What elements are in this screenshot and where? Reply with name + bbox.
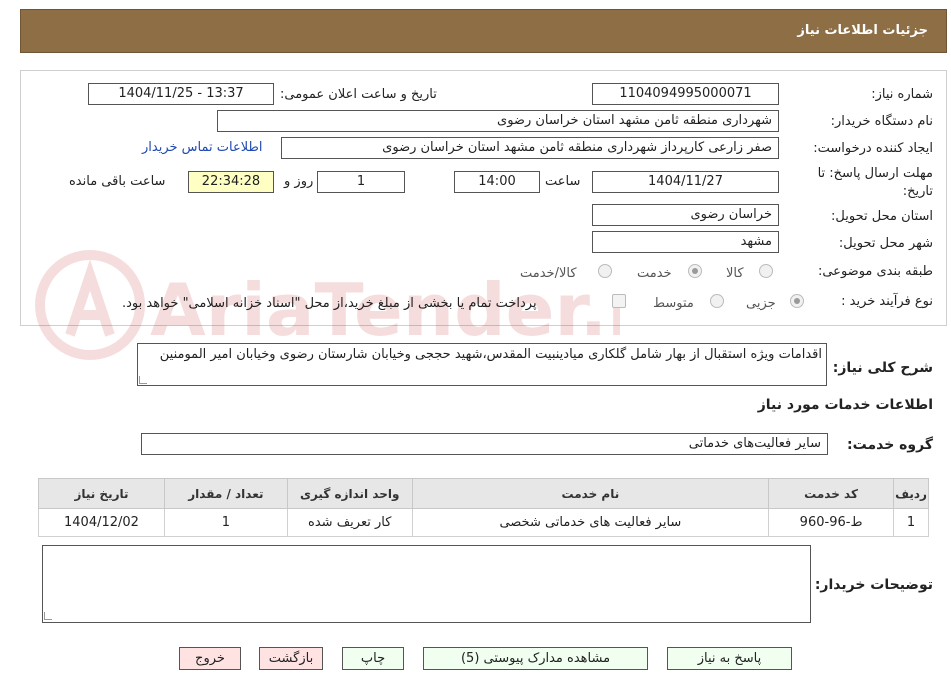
- requester-label: ایجاد کننده درخواست:: [813, 141, 933, 156]
- deadline-label-date: تاریخ:: [902, 184, 933, 199]
- cell-row: 1: [893, 508, 929, 537]
- process-minor-label: جزیی: [746, 296, 776, 311]
- province-field: خراسان رضوی: [592, 204, 779, 226]
- cell-name: سایر فعالیت های خدماتی شخصی: [411, 508, 770, 537]
- city-field: مشهد: [592, 231, 779, 253]
- info-panel: [20, 70, 947, 326]
- need-number-label: شماره نیاز:: [871, 87, 933, 102]
- description-text: اقدامات ویژه استقبال از بهار شامل گلکاری…: [159, 347, 822, 362]
- cell-date: 1404/12/02: [38, 508, 165, 537]
- announce-field: 1404/11/25 - 13:37: [88, 83, 274, 105]
- col-header-quantity: تعداد / مقدار: [163, 478, 288, 509]
- resize-grip-icon[interactable]: [139, 376, 147, 384]
- days-field: 1: [317, 171, 405, 193]
- city-label: شهر محل تحویل:: [838, 236, 933, 251]
- service-group-field: سایر فعالیت‌های خدماتی: [141, 433, 828, 455]
- category-radio-goods[interactable]: [759, 264, 773, 278]
- description-label: شرح کلی نیاز:: [832, 360, 933, 376]
- reply-button[interactable]: پاسخ به نیاز: [667, 647, 792, 670]
- category-goods-label: کالا: [726, 266, 744, 281]
- col-header-unit: واحد اندازه گیری: [286, 478, 413, 509]
- cell-code: ط-96-960: [768, 508, 895, 537]
- buyer-contact-link[interactable]: اطلاعات تماس خریدار: [142, 140, 262, 155]
- col-header-name: نام خدمت: [411, 478, 770, 509]
- process-radio-medium[interactable]: [710, 294, 724, 308]
- category-service-label: خدمت: [637, 266, 672, 281]
- back-button[interactable]: بازگشت: [259, 647, 323, 670]
- col-header-row: ردیف: [893, 478, 929, 509]
- days-label: روز و: [284, 174, 314, 189]
- category-radio-goods-service[interactable]: [598, 264, 612, 278]
- payment-note: پرداخت تمام یا بخشی از مبلغ خرید،از محل …: [122, 296, 537, 311]
- category-radio-service[interactable]: [688, 264, 702, 278]
- buyer-notes-textarea: [42, 545, 811, 623]
- services-table: ردیف کد خدمت نام خدمت واحد اندازه گیری ت…: [38, 478, 929, 537]
- treasury-checkbox[interactable]: [612, 294, 626, 308]
- category-goods-service-label: کالا/خدمت: [520, 266, 577, 281]
- attachments-button[interactable]: مشاهده مدارک پیوستی (5): [423, 647, 648, 670]
- buyer-notes-label: توضیحات خریدار:: [814, 577, 933, 593]
- deadline-label: مهلت ارسال پاسخ: تا: [817, 166, 933, 181]
- page-title: جزئیات اطلاعات نیاز: [797, 23, 928, 38]
- province-label: استان محل تحویل:: [831, 209, 933, 224]
- service-group-label: گروه خدمت:: [847, 437, 933, 453]
- need-number-field: 1104094995000071: [592, 83, 779, 105]
- resize-grip-icon[interactable]: [44, 612, 52, 620]
- cell-quantity: 1: [163, 508, 288, 537]
- category-label: طبقه بندی موضوعی:: [817, 264, 933, 279]
- deadline-date-field: 1404/11/27: [592, 171, 779, 193]
- services-section-title: اطلاعات خدمات مورد نیاز: [757, 397, 933, 413]
- process-label: نوع فرآیند خرید :: [841, 294, 933, 309]
- process-radio-minor[interactable]: [790, 294, 804, 308]
- deadline-time-field: 14:00: [454, 171, 540, 193]
- buyer-org-label: نام دستگاه خریدار:: [830, 114, 933, 129]
- col-header-date: تاریخ نیاز: [38, 478, 165, 509]
- buyer-org-field: شهرداری منطقه ثامن مشهد استان خراسان رضو…: [217, 110, 779, 132]
- description-textarea: اقدامات ویژه استقبال از بهار شامل گلکاری…: [137, 343, 827, 386]
- exit-button[interactable]: خروج: [179, 647, 241, 670]
- process-medium-label: متوسط: [653, 296, 694, 311]
- deadline-time-label: ساعت: [545, 174, 581, 189]
- table-row: 1 ط-96-960 سایر فعالیت های خدماتی شخصی ک…: [38, 508, 929, 537]
- cell-unit: کار تعریف شده: [286, 508, 413, 537]
- remaining-time-field: 22:34:28: [188, 171, 274, 193]
- remaining-label: ساعت باقی مانده: [69, 174, 166, 189]
- announce-label: تاریخ و ساعت اعلان عمومی:: [280, 87, 437, 102]
- col-header-code: کد خدمت: [768, 478, 895, 509]
- requester-field: صفر زارعی کارپرداز شهرداری منطقه ثامن مش…: [281, 137, 779, 159]
- header-bar: جزئیات اطلاعات نیاز: [20, 9, 947, 53]
- print-button[interactable]: چاپ: [342, 647, 404, 670]
